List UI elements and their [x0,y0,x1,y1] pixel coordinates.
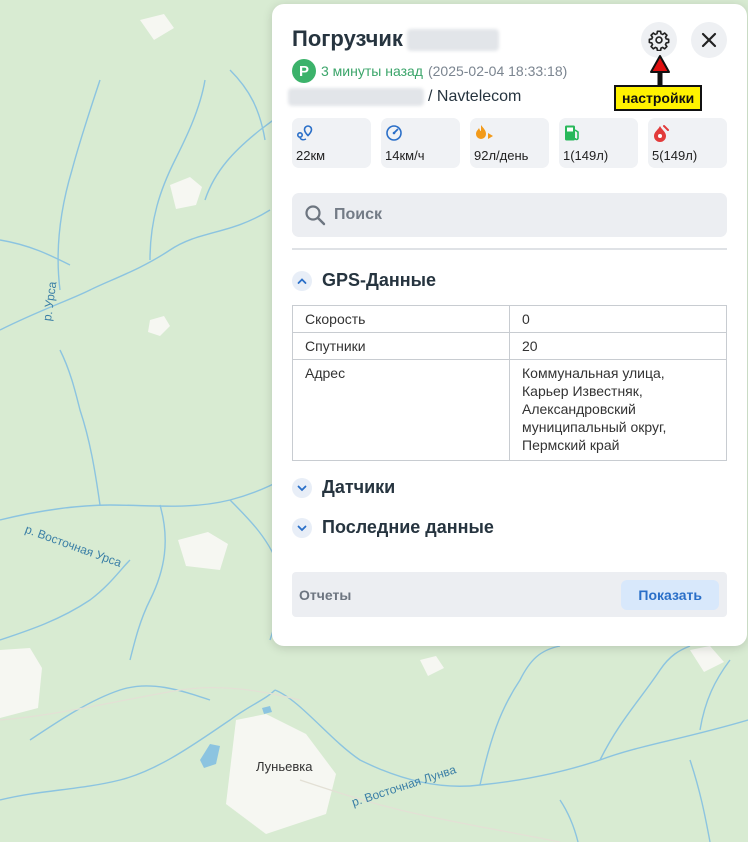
table-value: 20 [509,332,727,360]
route-icon [296,125,313,141]
section-gps-toggle[interactable]: GPS-Данные [292,270,436,291]
speedometer-icon [386,125,402,141]
table-row: Скорость 0 [292,305,727,333]
chevron-up-icon [292,270,312,291]
device-type: / Navtelecom [428,88,522,105]
settings-annotation: настройки [614,85,703,111]
stat-mileage: 22км [292,118,371,168]
stat-value: 1(149л) [563,148,609,163]
stat-value: 22км [296,148,326,163]
table-key: Спутники [292,332,510,360]
gps-data-table: Скорость 0 Спутники 20 Адрес Коммунальна… [292,305,727,461]
section-title: Датчики [322,477,396,497]
search-box[interactable] [292,193,727,237]
fuel-flame-icon [476,125,493,139]
divider [292,248,727,250]
table-key: Адрес [292,359,510,461]
search-icon [305,205,326,226]
show-reports-button[interactable]: Показать [621,579,719,610]
last-update-relative: 3 минуты назад [321,63,423,79]
vehicle-title: Погрузчик [292,26,499,52]
search-input[interactable] [334,206,714,224]
reports-label: Отчеты [299,586,352,603]
gear-icon [648,30,670,51]
vehicle-info-panel: Погрузчик настройки P 3 минуты назад (20… [272,4,747,646]
chevron-down-icon [292,517,312,538]
section-last-data-toggle[interactable]: Последние данные [292,517,494,538]
section-title: Последние данные [322,517,494,537]
vehicle-name: Погрузчик [292,26,403,51]
redacted-plate [406,29,499,52]
stat-refuels: 1(149л) [559,118,638,168]
last-update-datetime: (2025-02-04 18:33:18) [427,63,568,79]
parking-status-badge: P [292,59,316,83]
section-sensors-toggle[interactable]: Датчики [292,477,395,498]
fuel-drain-icon [654,125,669,142]
chevron-down-icon [292,477,312,498]
stat-fuel-drains: 5(149л) [648,118,727,168]
stat-value: 14км/ч [385,148,425,163]
settings-button[interactable] [641,22,677,58]
stat-speed: 14км/ч [381,118,460,168]
stats-row: 22км 14км/ч 92л/день 1(149л) 5(149л) [292,118,727,168]
stat-fuel-consumption: 92л/день [470,118,549,168]
table-value: 0 [509,305,727,333]
table-key: Скорость [292,305,510,333]
annotation-arrow-icon [650,55,670,87]
stat-value: 92л/день [474,148,529,163]
table-row: Адрес Коммунальная улица, Карьер Известн… [292,359,727,461]
device-row: / Navtelecom [288,86,521,108]
close-icon [701,32,717,48]
table-value: Коммунальная улица, Карьер Известняк, Ал… [509,359,727,461]
fuel-station-icon [565,125,579,141]
status-row: P 3 минуты назад (2025-02-04 18:33:18) [292,59,567,83]
reports-bar: Отчеты Показать [292,572,727,617]
redacted-imei [288,88,424,106]
table-row: Спутники 20 [292,332,727,360]
map-label-town: Луньевка [256,759,313,774]
stat-value: 5(149л) [652,148,698,163]
section-title: GPS-Данные [322,270,436,290]
close-button[interactable] [691,22,727,58]
